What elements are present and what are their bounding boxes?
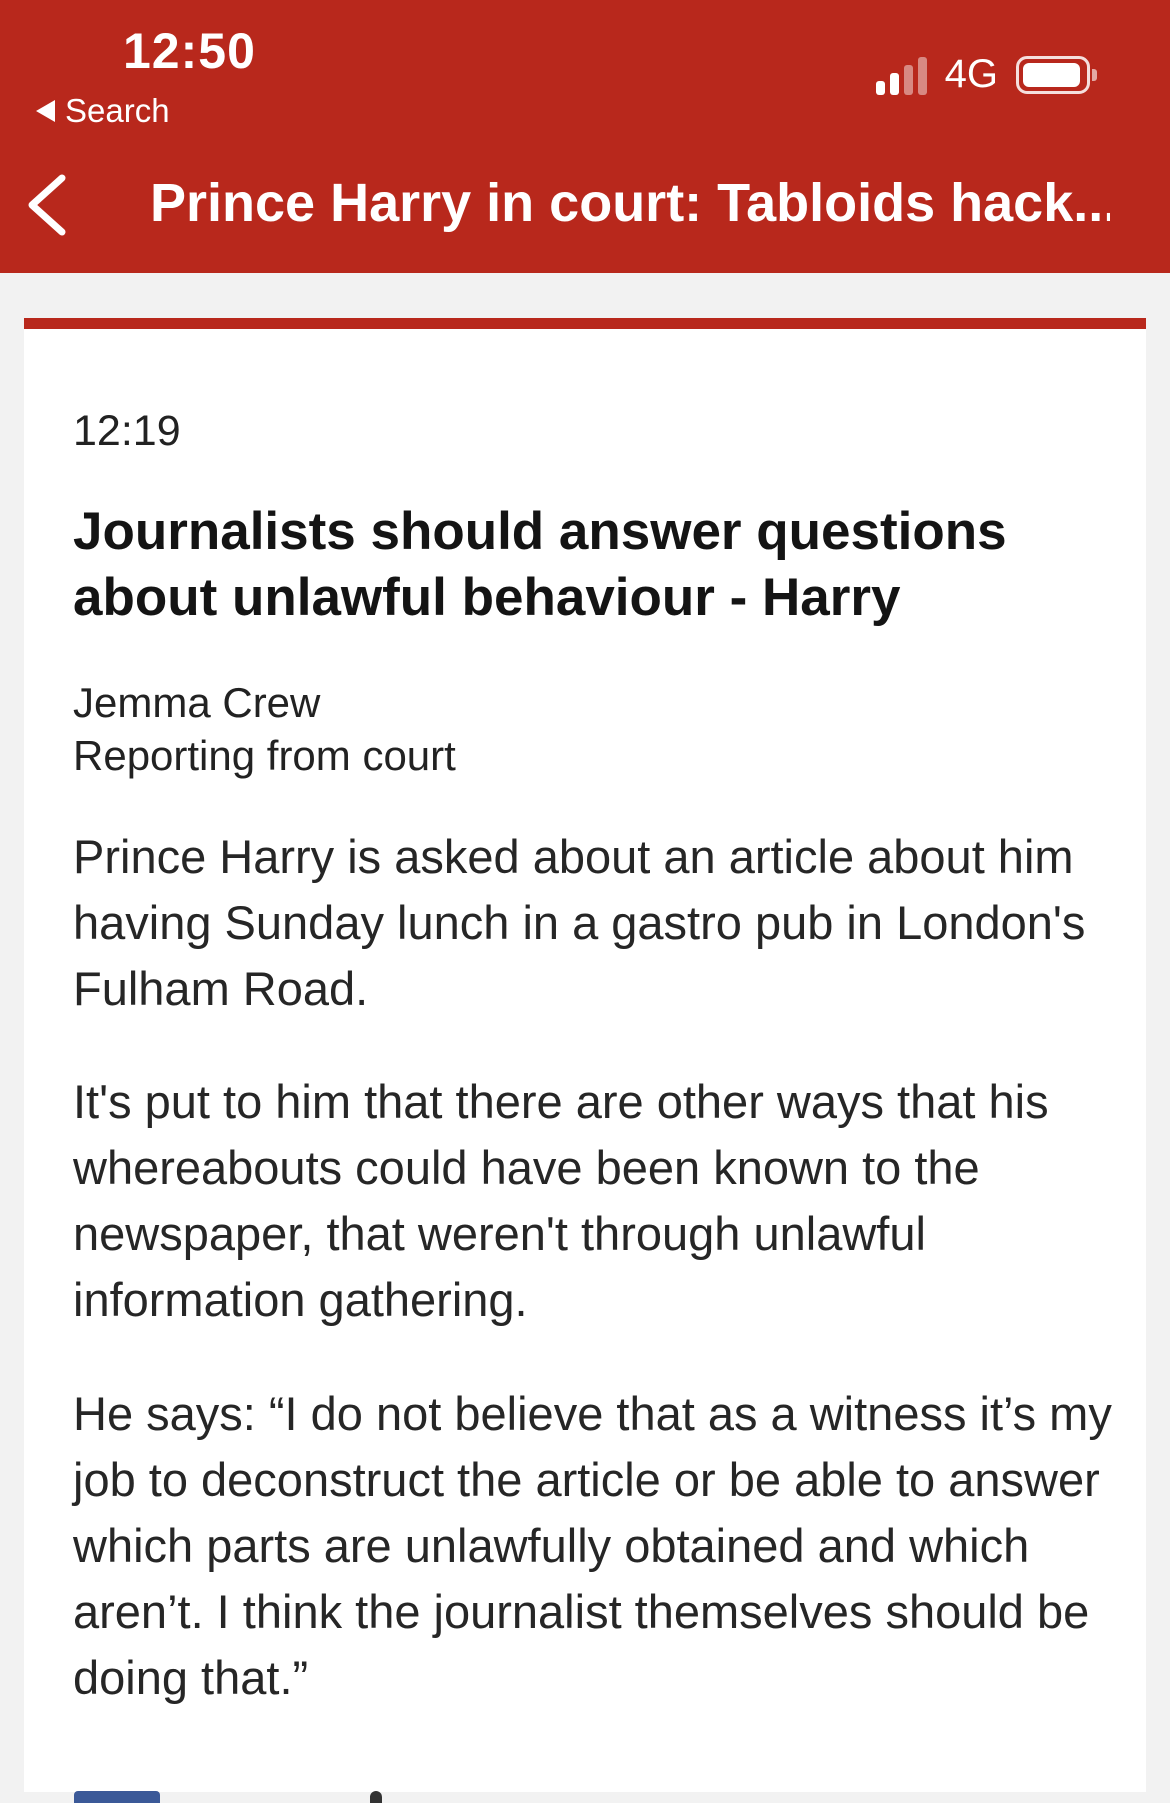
battery-icon — [1016, 55, 1097, 94]
post-paragraph: Prince Harry is asked about an article a… — [73, 830, 1086, 1015]
byline-author: Jemma Crew — [73, 679, 321, 726]
post-timestamp: 12:19 — [73, 407, 181, 455]
app-header: 12:50 Search 4G Prince Harry in court: T… — [0, 0, 1170, 273]
network-type: 4G — [944, 52, 998, 96]
status-time: 12:50 — [123, 23, 256, 79]
post-paragraph: It's put to him that there are other way… — [73, 1075, 1049, 1326]
status-indicators: 4G — [875, 52, 1097, 97]
chevron-left-icon[interactable] — [20, 170, 80, 240]
byline-role: Reporting from court — [73, 732, 456, 779]
back-to-search-link[interactable]: Search — [36, 92, 170, 130]
post-headline: Journalists should answer questions abou… — [73, 502, 1007, 627]
signal-icon — [875, 55, 927, 95]
share-facebook-icon[interactable] — [74, 1791, 160, 1803]
triangle-left-icon — [36, 100, 55, 122]
battery-fill — [1023, 62, 1080, 87]
post-paragraph: He says: “I do not believe that as a wit… — [73, 1387, 1112, 1704]
share-icon[interactable] — [370, 1791, 382, 1803]
back-to-search-label: Search — [65, 92, 170, 129]
live-post-card: 12:19 Journalists should answer question… — [24, 318, 1146, 1803]
page-title: Prince Harry in court: Tabloids hack... — [150, 173, 1110, 233]
